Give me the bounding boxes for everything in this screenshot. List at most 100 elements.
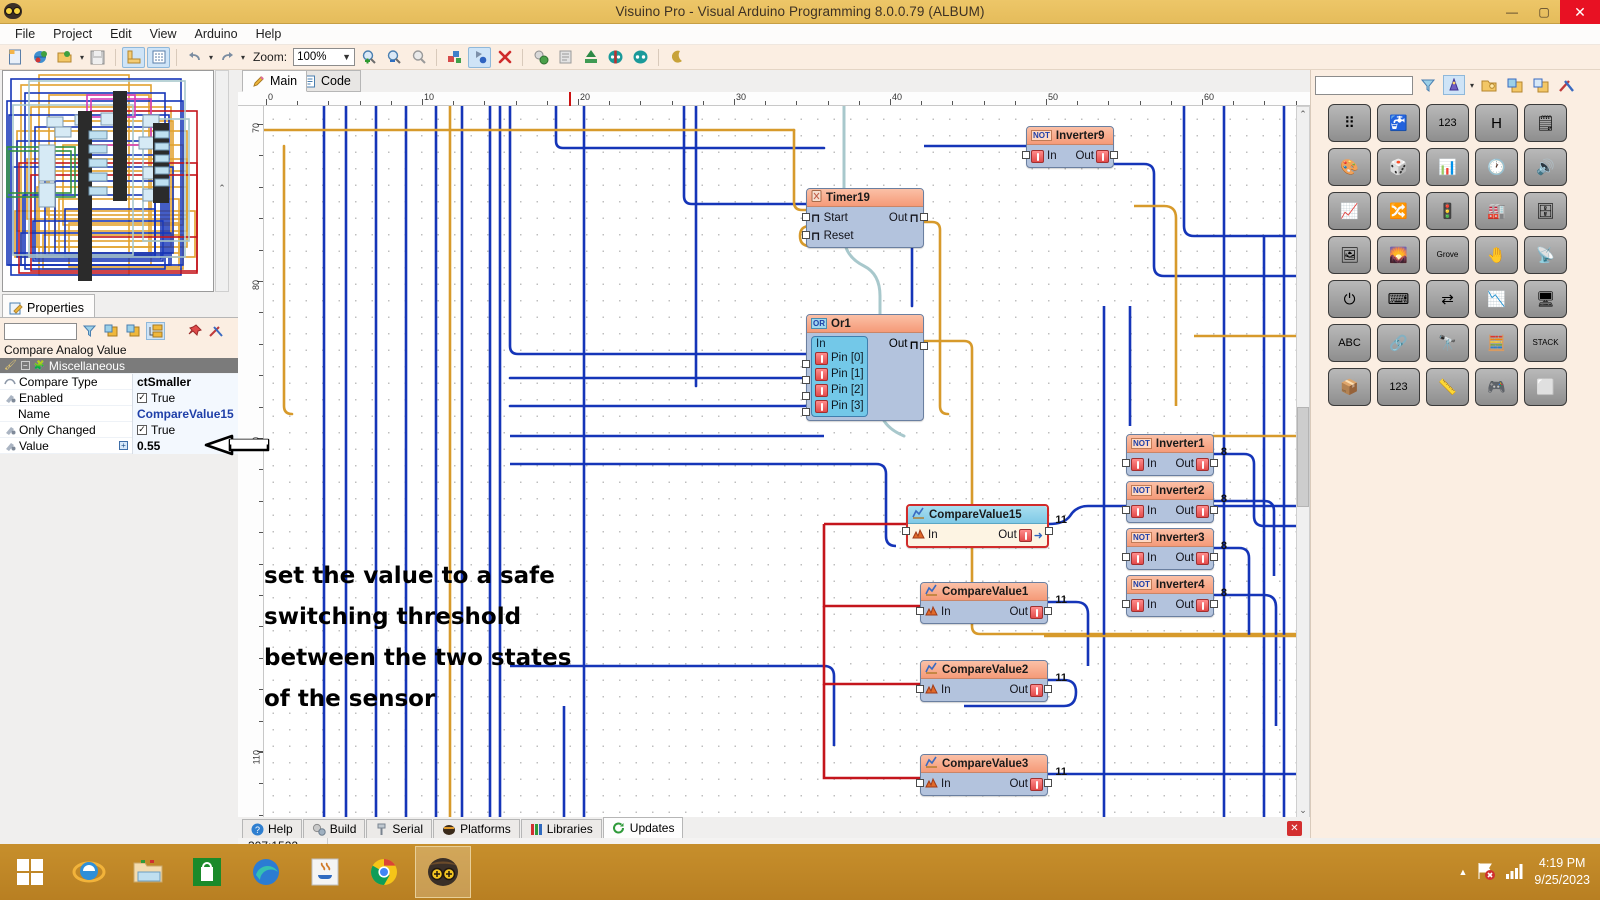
menu-item-arduino[interactable]: Arduino bbox=[185, 25, 246, 43]
google-chrome-icon[interactable] bbox=[356, 846, 412, 898]
output-port-icon[interactable] bbox=[1196, 598, 1209, 612]
collapse-all-icon[interactable] bbox=[124, 322, 143, 340]
input-pin-2[interactable] bbox=[802, 392, 810, 400]
zoom-in-icon[interactable] bbox=[357, 47, 380, 68]
undo-dropdown-icon[interactable]: ▾ bbox=[209, 53, 213, 62]
group-by-category-icon[interactable] bbox=[146, 322, 165, 340]
memory-category[interactable]: 🗄 bbox=[1524, 192, 1567, 230]
property-value-compare-type[interactable]: ctSmaller bbox=[132, 373, 238, 390]
menu-item-file[interactable]: File bbox=[6, 25, 44, 43]
block-comparevalue1[interactable]: CompareValue1 In Out 11 bbox=[916, 582, 1067, 624]
transform-category[interactable]: 🔀 bbox=[1377, 192, 1420, 230]
input-pin[interactable] bbox=[916, 685, 924, 693]
code-view-icon[interactable] bbox=[554, 47, 577, 68]
expand-value-icon[interactable]: + bbox=[119, 441, 128, 450]
input-pin-1[interactable] bbox=[802, 376, 810, 384]
misc-category[interactable]: ⬜ bbox=[1524, 368, 1567, 406]
output-port-icon[interactable] bbox=[1096, 149, 1109, 163]
bottom-tab-build[interactable]: Build bbox=[302, 819, 366, 838]
delete-icon[interactable] bbox=[493, 47, 516, 68]
diagram-canvas[interactable]: NOT Inverter9 In Out Timer19 ⊓ Start Out… bbox=[264, 106, 1296, 818]
hexadecimal-category[interactable]: H bbox=[1475, 104, 1518, 142]
output-pin[interactable] bbox=[1210, 553, 1218, 561]
toggle-grid-icon[interactable] bbox=[147, 46, 171, 68]
zoom-reset-icon[interactable] bbox=[407, 47, 430, 68]
java-icon[interactable] bbox=[297, 846, 353, 898]
block-comparevalue2[interactable]: CompareValue2 In Out 11 bbox=[916, 660, 1067, 702]
output-pin[interactable] bbox=[1045, 527, 1053, 535]
scroll-down-button[interactable]: ⌄ bbox=[1297, 803, 1309, 817]
microsoft-store-icon[interactable] bbox=[179, 846, 235, 898]
pin-icon[interactable] bbox=[815, 383, 828, 397]
panel-options-icon[interactable] bbox=[207, 322, 226, 340]
text-category[interactable]: ABC bbox=[1328, 324, 1371, 362]
sensors-category[interactable]: 📡 bbox=[1524, 236, 1567, 274]
moon-icon[interactable] bbox=[665, 47, 688, 68]
pin-panel-icon[interactable] bbox=[185, 322, 204, 340]
output-pin[interactable] bbox=[1044, 779, 1052, 787]
microsoft-edge-icon[interactable] bbox=[238, 846, 294, 898]
input-pin[interactable] bbox=[916, 607, 924, 615]
block-inverter9[interactable]: NOT Inverter9 In Out bbox=[1022, 126, 1118, 168]
pin-icon[interactable] bbox=[815, 399, 828, 413]
property-row-compare-type[interactable]: Compare Type ctSmaller bbox=[0, 373, 238, 390]
output-pin[interactable] bbox=[1210, 459, 1218, 467]
binary-category[interactable]: ⠿ bbox=[1328, 104, 1371, 142]
color-category[interactable]: 🎨 bbox=[1328, 148, 1371, 186]
zoom-select[interactable]: 100% ▼ bbox=[293, 48, 356, 66]
output-port-icon[interactable] bbox=[1196, 551, 1209, 565]
input-pin-0[interactable] bbox=[802, 360, 810, 368]
logic-category[interactable]: 🚦 bbox=[1426, 192, 1469, 230]
maximize-button[interactable]: ▢ bbox=[1528, 0, 1560, 24]
input-pin-reset[interactable] bbox=[802, 231, 810, 239]
input-pin[interactable] bbox=[1022, 151, 1030, 159]
overview-scroll-up-button[interactable]: ⌃ bbox=[216, 181, 228, 195]
input-port-icon[interactable] bbox=[1131, 551, 1144, 565]
pin-row-1[interactable]: Pin [1] bbox=[815, 366, 864, 382]
block-or1[interactable]: OR Or1 In Pin [0] Pin [1] Pin [2] Pin [3… bbox=[802, 314, 928, 421]
undo-icon[interactable] bbox=[183, 47, 206, 68]
display-category[interactable]: 🖼 bbox=[1328, 236, 1371, 274]
clock-category[interactable]: 🕐 bbox=[1475, 148, 1518, 186]
taskbar-clock[interactable]: 4:19 PM 9/25/2023 bbox=[1534, 855, 1590, 889]
tab-properties[interactable]: Properties bbox=[2, 294, 95, 318]
properties-filter-input[interactable] bbox=[4, 322, 77, 340]
gamepad-category[interactable]: 🎮 bbox=[1475, 368, 1518, 406]
input-pin[interactable] bbox=[902, 527, 910, 535]
output-pin[interactable] bbox=[1044, 607, 1052, 615]
open-examples-icon[interactable] bbox=[29, 47, 52, 68]
input-pin[interactable] bbox=[1122, 506, 1130, 514]
input-pin-3[interactable] bbox=[802, 408, 810, 416]
output-port-icon[interactable] bbox=[1030, 777, 1043, 791]
open-component-folder-icon[interactable] bbox=[1478, 75, 1500, 95]
calculator-category[interactable]: 🧮 bbox=[1475, 324, 1518, 362]
output-pin[interactable] bbox=[1044, 685, 1052, 693]
property-value-name[interactable]: CompareValue15 bbox=[132, 405, 238, 422]
input-port-icon[interactable] bbox=[1031, 149, 1044, 163]
output-pin[interactable] bbox=[1210, 506, 1218, 514]
keypad-category[interactable]: ⌨ bbox=[1377, 280, 1420, 318]
filter-properties-icon[interactable] bbox=[80, 322, 99, 340]
package-category[interactable]: 📦 bbox=[1328, 368, 1371, 406]
close-button[interactable]: ✕ bbox=[1560, 0, 1600, 24]
pin-row-2[interactable]: Pin [2] bbox=[815, 382, 864, 398]
toggle-ruler-icon[interactable] bbox=[122, 46, 146, 68]
property-category-row[interactable]: 🖌 − 🧩 Miscellaneous bbox=[0, 358, 238, 374]
image-category[interactable]: 🌄 bbox=[1377, 236, 1420, 274]
component-options-icon[interactable] bbox=[1556, 75, 1578, 95]
output-port-icon[interactable] bbox=[1030, 605, 1043, 619]
stack-category[interactable]: STACK bbox=[1524, 324, 1567, 362]
internet-explorer-icon[interactable] bbox=[61, 846, 117, 898]
output-pin[interactable] bbox=[1210, 600, 1218, 608]
analog-input-icon[interactable] bbox=[925, 605, 938, 620]
block-inverter2[interactable]: NOT Inverter2 In Out 8 bbox=[1122, 481, 1227, 523]
component-search-input[interactable] bbox=[1315, 75, 1413, 95]
tab-main[interactable]: Main bbox=[242, 70, 308, 92]
input-pin[interactable] bbox=[916, 779, 924, 787]
save-project-icon[interactable] bbox=[86, 47, 109, 68]
graph-category[interactable]: 📉 bbox=[1475, 280, 1518, 318]
visuino-taskbar-icon[interactable] bbox=[415, 846, 471, 898]
pin-icon[interactable] bbox=[815, 351, 828, 365]
select-tool-icon[interactable] bbox=[443, 47, 466, 68]
input-pin[interactable] bbox=[1122, 553, 1130, 561]
